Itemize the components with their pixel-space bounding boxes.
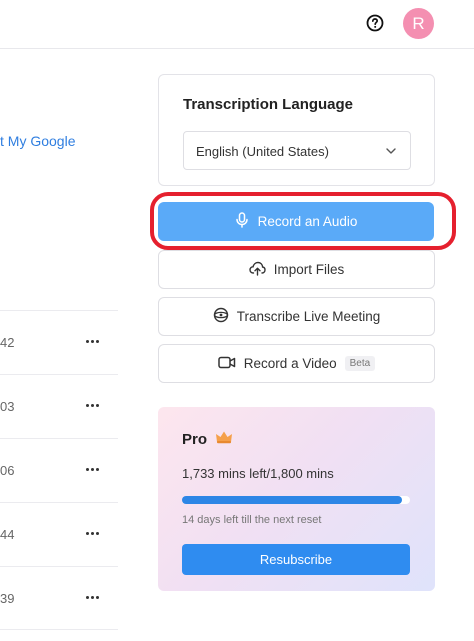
pro-plan-card: Pro 1,733 mins left/1,800 mins 14 days l… [158,407,435,591]
list-item-value: 42 [0,335,15,350]
language-select-value: English (United States) [196,144,329,159]
more-options-icon[interactable] [82,587,102,607]
top-bar: R [0,0,474,49]
pro-title-text: Pro [182,430,208,448]
record-audio-button[interactable]: Record an Audio [158,202,434,241]
list-item-value: 03 [0,399,15,414]
list-item[interactable]: 06 [0,438,118,502]
reset-info-text: 14 days left till the next reset [182,514,322,526]
transcribe-live-meeting-label: Transcribe Live Meeting [236,309,381,324]
import-files-label: Import Files [273,262,345,277]
transcription-language-card: Transcription Language English (United S… [158,74,435,186]
microphone-icon [235,212,249,231]
list-item[interactable]: 39 [0,566,118,630]
transcribe-live-meeting-button[interactable]: Transcribe Live Meeting [158,297,435,336]
minutes-left-text: 1,733 mins left/1,800 mins [182,466,334,481]
more-options-icon[interactable] [82,459,102,479]
meeting-icon [213,307,229,326]
list-item-value: 39 [0,591,15,606]
cloud-upload-icon [249,261,266,279]
record-video-button[interactable]: Record a Video Beta [158,344,435,383]
list-item[interactable]: 44 [0,502,118,566]
usage-progress-bar [182,496,410,504]
list-item[interactable]: 42 [0,310,118,374]
record-video-label: Record a Video [243,356,337,371]
record-audio-label: Record an Audio [257,214,358,229]
chevron-down-icon [385,144,397,156]
avatar[interactable]: R [403,8,434,39]
more-options-icon[interactable] [82,395,102,415]
language-select[interactable]: English (United States) [183,131,411,170]
google-link[interactable]: t My Google [0,133,75,149]
list-item-value: 06 [0,463,15,478]
import-files-button[interactable]: Import Files [158,250,435,289]
usage-progress-fill [182,496,402,504]
file-list: 42 03 06 44 39 [0,310,118,630]
card-title: Transcription Language [183,96,354,113]
question-circle-icon[interactable] [366,14,384,32]
beta-badge: Beta [344,356,376,371]
pro-title: Pro [182,430,233,448]
list-item-value: 44 [0,527,15,542]
crown-icon [215,430,233,448]
more-options-icon[interactable] [82,331,102,351]
more-options-icon[interactable] [82,523,102,543]
video-camera-icon [218,356,236,372]
list-item[interactable]: 03 [0,374,118,438]
resubscribe-button[interactable]: Resubscribe [182,544,410,575]
